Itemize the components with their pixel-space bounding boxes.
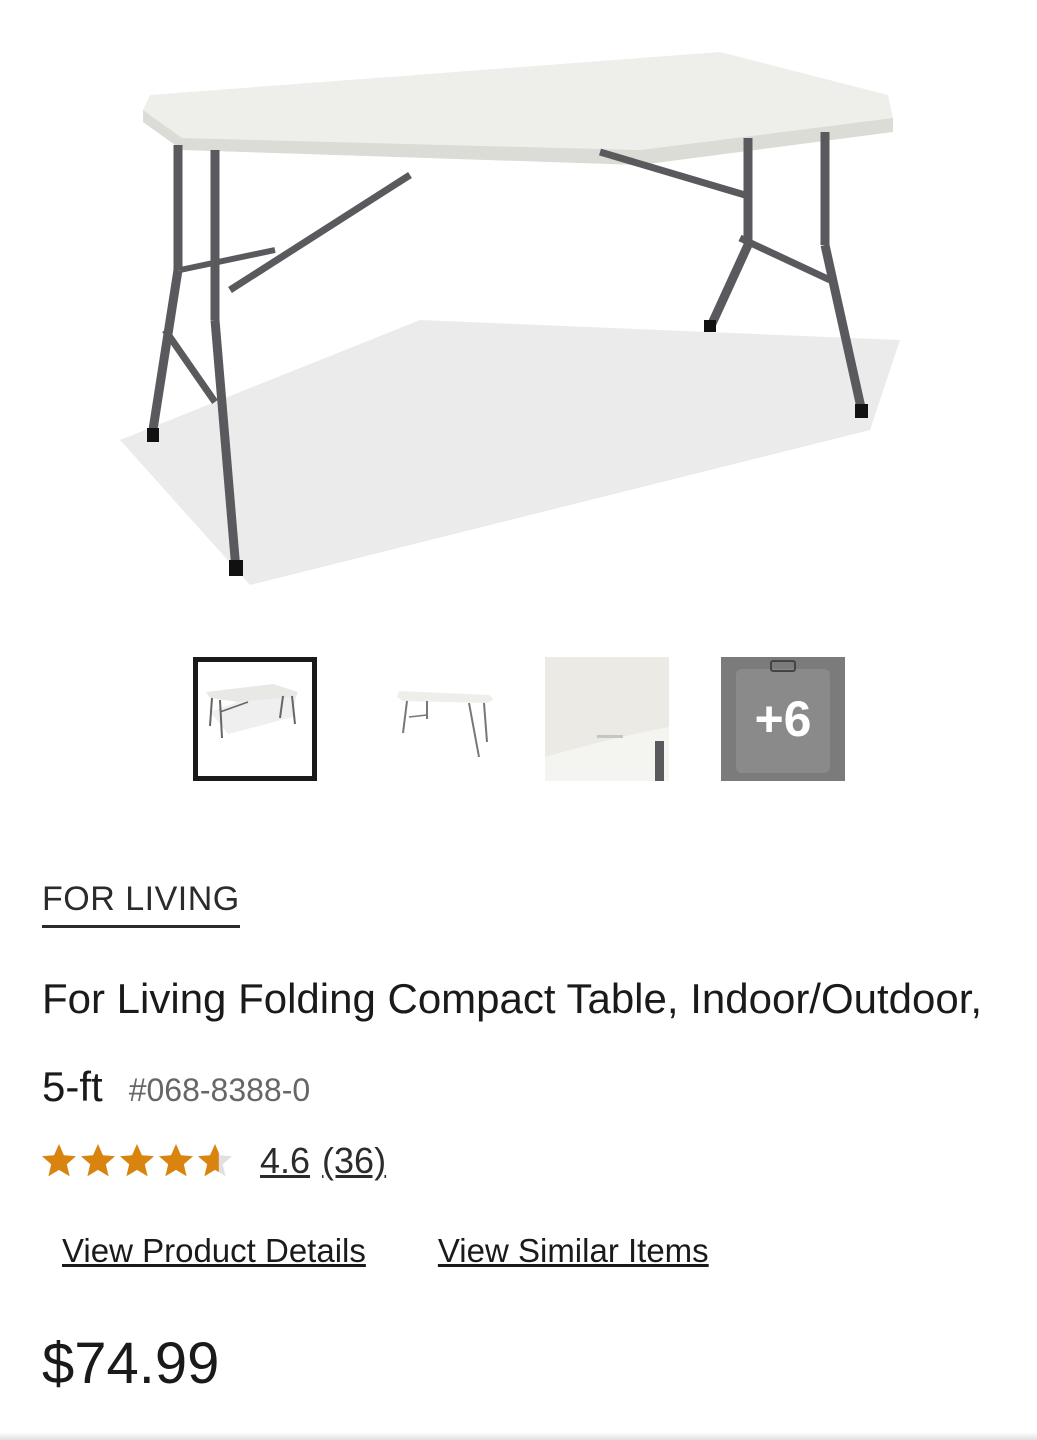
rating-value-link[interactable]: 4.6	[260, 1140, 310, 1182]
star-icon	[159, 1144, 193, 1177]
review-count-link[interactable]: (36)	[322, 1140, 386, 1182]
product-links: View Product Details View Similar Items	[62, 1232, 709, 1270]
star-icon	[120, 1144, 154, 1177]
star-rating	[40, 1142, 234, 1180]
product-sku: #068-8388-0	[128, 1072, 311, 1108]
thumbnail-1[interactable]	[193, 657, 317, 781]
view-product-details-link[interactable]: View Product Details	[62, 1232, 366, 1270]
product-price: $74.99	[42, 1331, 220, 1396]
product-title: For Living Folding Compact Table, Indoor…	[42, 955, 992, 1134]
thumbnail-strip: +6	[193, 657, 845, 781]
thumbnail-more[interactable]: +6	[721, 657, 845, 781]
star-icon	[81, 1144, 115, 1177]
more-images-label: +6	[754, 691, 812, 747]
thumbnail-2[interactable]	[369, 657, 493, 781]
rating-summary: 4.6 (36)	[40, 1140, 386, 1182]
view-similar-items-link[interactable]: View Similar Items	[438, 1232, 709, 1270]
bottom-divider	[0, 1432, 1037, 1440]
brand-link[interactable]: FOR LIVING	[42, 880, 240, 928]
thumbnail-3[interactable]	[545, 657, 669, 781]
star-icon	[42, 1144, 76, 1177]
product-main-image[interactable]	[0, 0, 1037, 640]
star-icon	[198, 1144, 232, 1177]
